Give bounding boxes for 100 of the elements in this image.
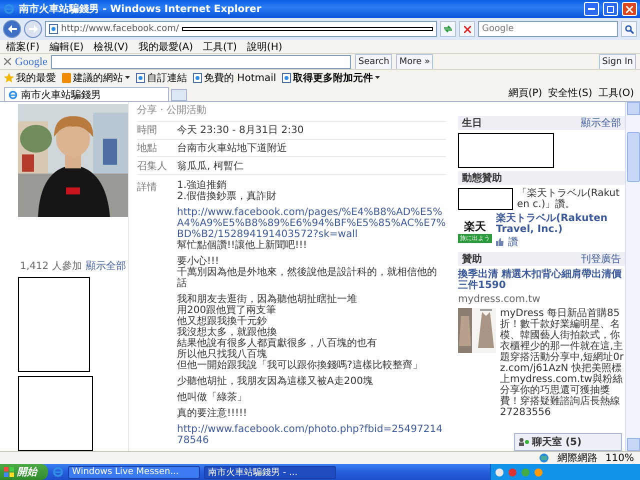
close-icon bbox=[626, 6, 633, 12]
browser-tab[interactable]: 南市火車站騙錢男 bbox=[4, 87, 169, 101]
ie-icon bbox=[52, 466, 64, 478]
field-label: 時間 bbox=[137, 124, 158, 138]
see-all-link[interactable]: 顯示全部 bbox=[86, 259, 126, 273]
taskbar-button[interactable]: Windows Live Messen... bbox=[68, 466, 200, 478]
back-button[interactable] bbox=[3, 20, 21, 38]
menu-item[interactable]: 檢視(V) bbox=[94, 40, 128, 54]
window-title: 南市火車站騙錢男 - Windows Internet Explorer bbox=[19, 2, 262, 16]
favorites-link[interactable]: 自訂連結 bbox=[136, 70, 187, 84]
command-menu[interactable]: 網頁(P) bbox=[506, 86, 544, 100]
ad-text: myDress 每日新品首購85折！數千款好業編明星、名模、韓國藝人街拍款式，你衣櫃裡少的那一件就在這,主題穿搭活動分享中,短網址0rz.com/j61AzN 快把美照標上mydress.com.tw與粉絲分享你的巧思還可獲抽獎費！穿搭疑難諮詢店長熱線27283556 bbox=[500, 308, 625, 418]
detail-text: 我沒想太多，就跟他換 bbox=[177, 327, 277, 338]
page-link[interactable]: 楽天トラベル(Rakuten Travel, Inc.) bbox=[496, 213, 625, 235]
more-button[interactable]: More » bbox=[396, 54, 433, 70]
chat-button[interactable]: 聊天室 (5) bbox=[514, 433, 622, 451]
field-label: 地點 bbox=[137, 142, 158, 155]
favorites-link[interactable]: 免費的 Hotmail bbox=[193, 70, 276, 84]
detail-text: 2.假借換鈔票，真詐財 bbox=[177, 191, 278, 202]
suggested-sites-icon bbox=[62, 72, 71, 82]
detail-text: 我和朋友去逛街，因為聽他胡扯瞎扯一堆 bbox=[177, 294, 358, 306]
field-value: 台南市火車站地下道附近 bbox=[177, 142, 287, 155]
detail-text: 真的要注意!!!!! bbox=[177, 408, 248, 420]
google-logo: Google bbox=[15, 56, 48, 68]
field-label: 召集人 bbox=[137, 160, 168, 173]
caret-icon bbox=[375, 76, 380, 79]
close-icon bbox=[464, 26, 470, 32]
minimize-button[interactable] bbox=[584, 2, 599, 16]
field-label: 詳情 bbox=[137, 180, 158, 194]
maximize-button[interactable] bbox=[603, 2, 618, 16]
ad-headline[interactable]: 換季出清 精選木扣背心細肩帶出清價三件1590 bbox=[458, 269, 625, 291]
start-button[interactable]: 開始 bbox=[0, 464, 48, 480]
detail-text: 幫忙點個讚!!讓他上新聞吧!!! bbox=[177, 240, 308, 252]
sign-in-button[interactable]: Sign In bbox=[599, 54, 636, 70]
favorites-link[interactable]: 建議的網站 bbox=[62, 70, 130, 84]
detail-link[interactable]: http://www.facebook.com/pages/%E4%B8%AD%E5%A4%A9%E5%B8%89%E6%94%BF%E5%85%AC%E7%BD%B2/152894191403572?sk=wall bbox=[177, 207, 446, 240]
caret-icon bbox=[125, 76, 130, 79]
command-menu[interactable]: 安全性(S) bbox=[546, 86, 594, 100]
menu-item[interactable]: 編輯(E) bbox=[50, 40, 84, 54]
detail-link[interactable]: http://www.facebook.com/photo.php?fbid=2549721478546 bbox=[177, 424, 446, 446]
detail-text: 少聽他胡扯，我朋友因為這樣又被A走200塊 bbox=[177, 376, 374, 388]
detail-text: 結果他說有很多人都貢獻很多，八百塊的也有 bbox=[177, 338, 378, 350]
ie-icon bbox=[8, 90, 18, 100]
detail-text: 1.強迫推銷 bbox=[177, 180, 227, 192]
menu-item[interactable]: 說明(H) bbox=[246, 40, 282, 54]
detail-text: 他叫做「綠茶」 bbox=[177, 392, 248, 404]
logo-text: 楽天 bbox=[464, 219, 486, 234]
create-ad-link[interactable]: 刊登廣告 bbox=[581, 252, 621, 266]
minimize-icon bbox=[588, 8, 595, 10]
detail-text: 千萬別因為他是外地來，然後說他是設計科的，就相信他的話 bbox=[177, 267, 438, 290]
forward-arrow-icon bbox=[28, 25, 38, 33]
close-button[interactable] bbox=[622, 2, 637, 16]
page-icon bbox=[282, 72, 292, 82]
thumbs-up-icon bbox=[496, 238, 504, 246]
like-link[interactable]: 讚 bbox=[508, 235, 518, 249]
detail-text: 但他一開始跟我說「我可以跟你換錢嗎?這樣比較整齊」 bbox=[177, 360, 424, 372]
page-icon bbox=[49, 24, 58, 34]
search-button[interactable] bbox=[621, 21, 637, 37]
field-value: 翁瓜瓜, 柯暫仁 bbox=[177, 160, 244, 173]
taskbar-button[interactable]: 南市火車站騙錢男 - ... bbox=[204, 466, 336, 478]
detail-text: 要小心!!! bbox=[177, 256, 220, 268]
online-status-icon bbox=[519, 438, 529, 446]
address-field[interactable]: http://www.facebook.com/ bbox=[45, 21, 437, 37]
section-title: 生日 bbox=[462, 116, 482, 130]
windows-logo-icon bbox=[4, 467, 14, 477]
close-icon[interactable] bbox=[4, 58, 11, 65]
ad-domain: mydress.com.tw bbox=[458, 294, 542, 305]
section-title: 贊助 bbox=[462, 252, 482, 266]
security-zone: 網際網路 bbox=[557, 452, 598, 465]
sponsored-story-text: 「楽天トラベル(Rakuten c.)」讚。 bbox=[517, 188, 620, 210]
maximize-icon bbox=[607, 6, 614, 12]
forward-button[interactable] bbox=[24, 20, 42, 38]
field-value: 今天 23:30 - 8月31日 2:30 bbox=[177, 124, 304, 138]
search-button[interactable]: Search bbox=[355, 54, 392, 70]
page-icon bbox=[193, 72, 202, 82]
detail-text: 所以他只找我八百塊 bbox=[177, 349, 267, 360]
back-arrow-icon bbox=[8, 25, 16, 33]
attendee-count: 1,412 人參加 bbox=[20, 260, 82, 273]
stop-button[interactable] bbox=[459, 21, 475, 37]
section-title: 動態贊助 bbox=[462, 172, 502, 185]
command-menu[interactable]: 工具(O) bbox=[596, 86, 636, 100]
menu-item[interactable]: 檔案(F) bbox=[6, 40, 40, 54]
favorites-button[interactable]: 我的最愛 bbox=[4, 70, 56, 84]
refresh-icon bbox=[443, 25, 453, 33]
menu-item[interactable]: 工具(T) bbox=[203, 40, 237, 54]
menu-item[interactable]: 我的最愛(A) bbox=[138, 40, 193, 54]
refresh-button[interactable] bbox=[440, 21, 456, 37]
detail-text: 他又想跟我換千元鈔 bbox=[177, 316, 267, 328]
google-search-field[interactable] bbox=[51, 54, 352, 68]
zoom-level[interactable]: 110% bbox=[605, 452, 634, 464]
scroll-bar[interactable] bbox=[625, 102, 640, 451]
redacted-box bbox=[458, 188, 513, 210]
globe-icon bbox=[539, 453, 550, 463]
favorites-link[interactable]: 取得更多附加元件 bbox=[282, 70, 380, 84]
search-field[interactable]: Google bbox=[478, 21, 618, 37]
event-privacy: 分享 · 公開活動 bbox=[137, 104, 208, 118]
see-all-link[interactable]: 顯示全部 bbox=[581, 116, 621, 130]
ie-icon bbox=[3, 3, 15, 15]
page-icon bbox=[136, 72, 145, 82]
detail-text: 用200跟他買了兩支筆 bbox=[177, 305, 278, 316]
